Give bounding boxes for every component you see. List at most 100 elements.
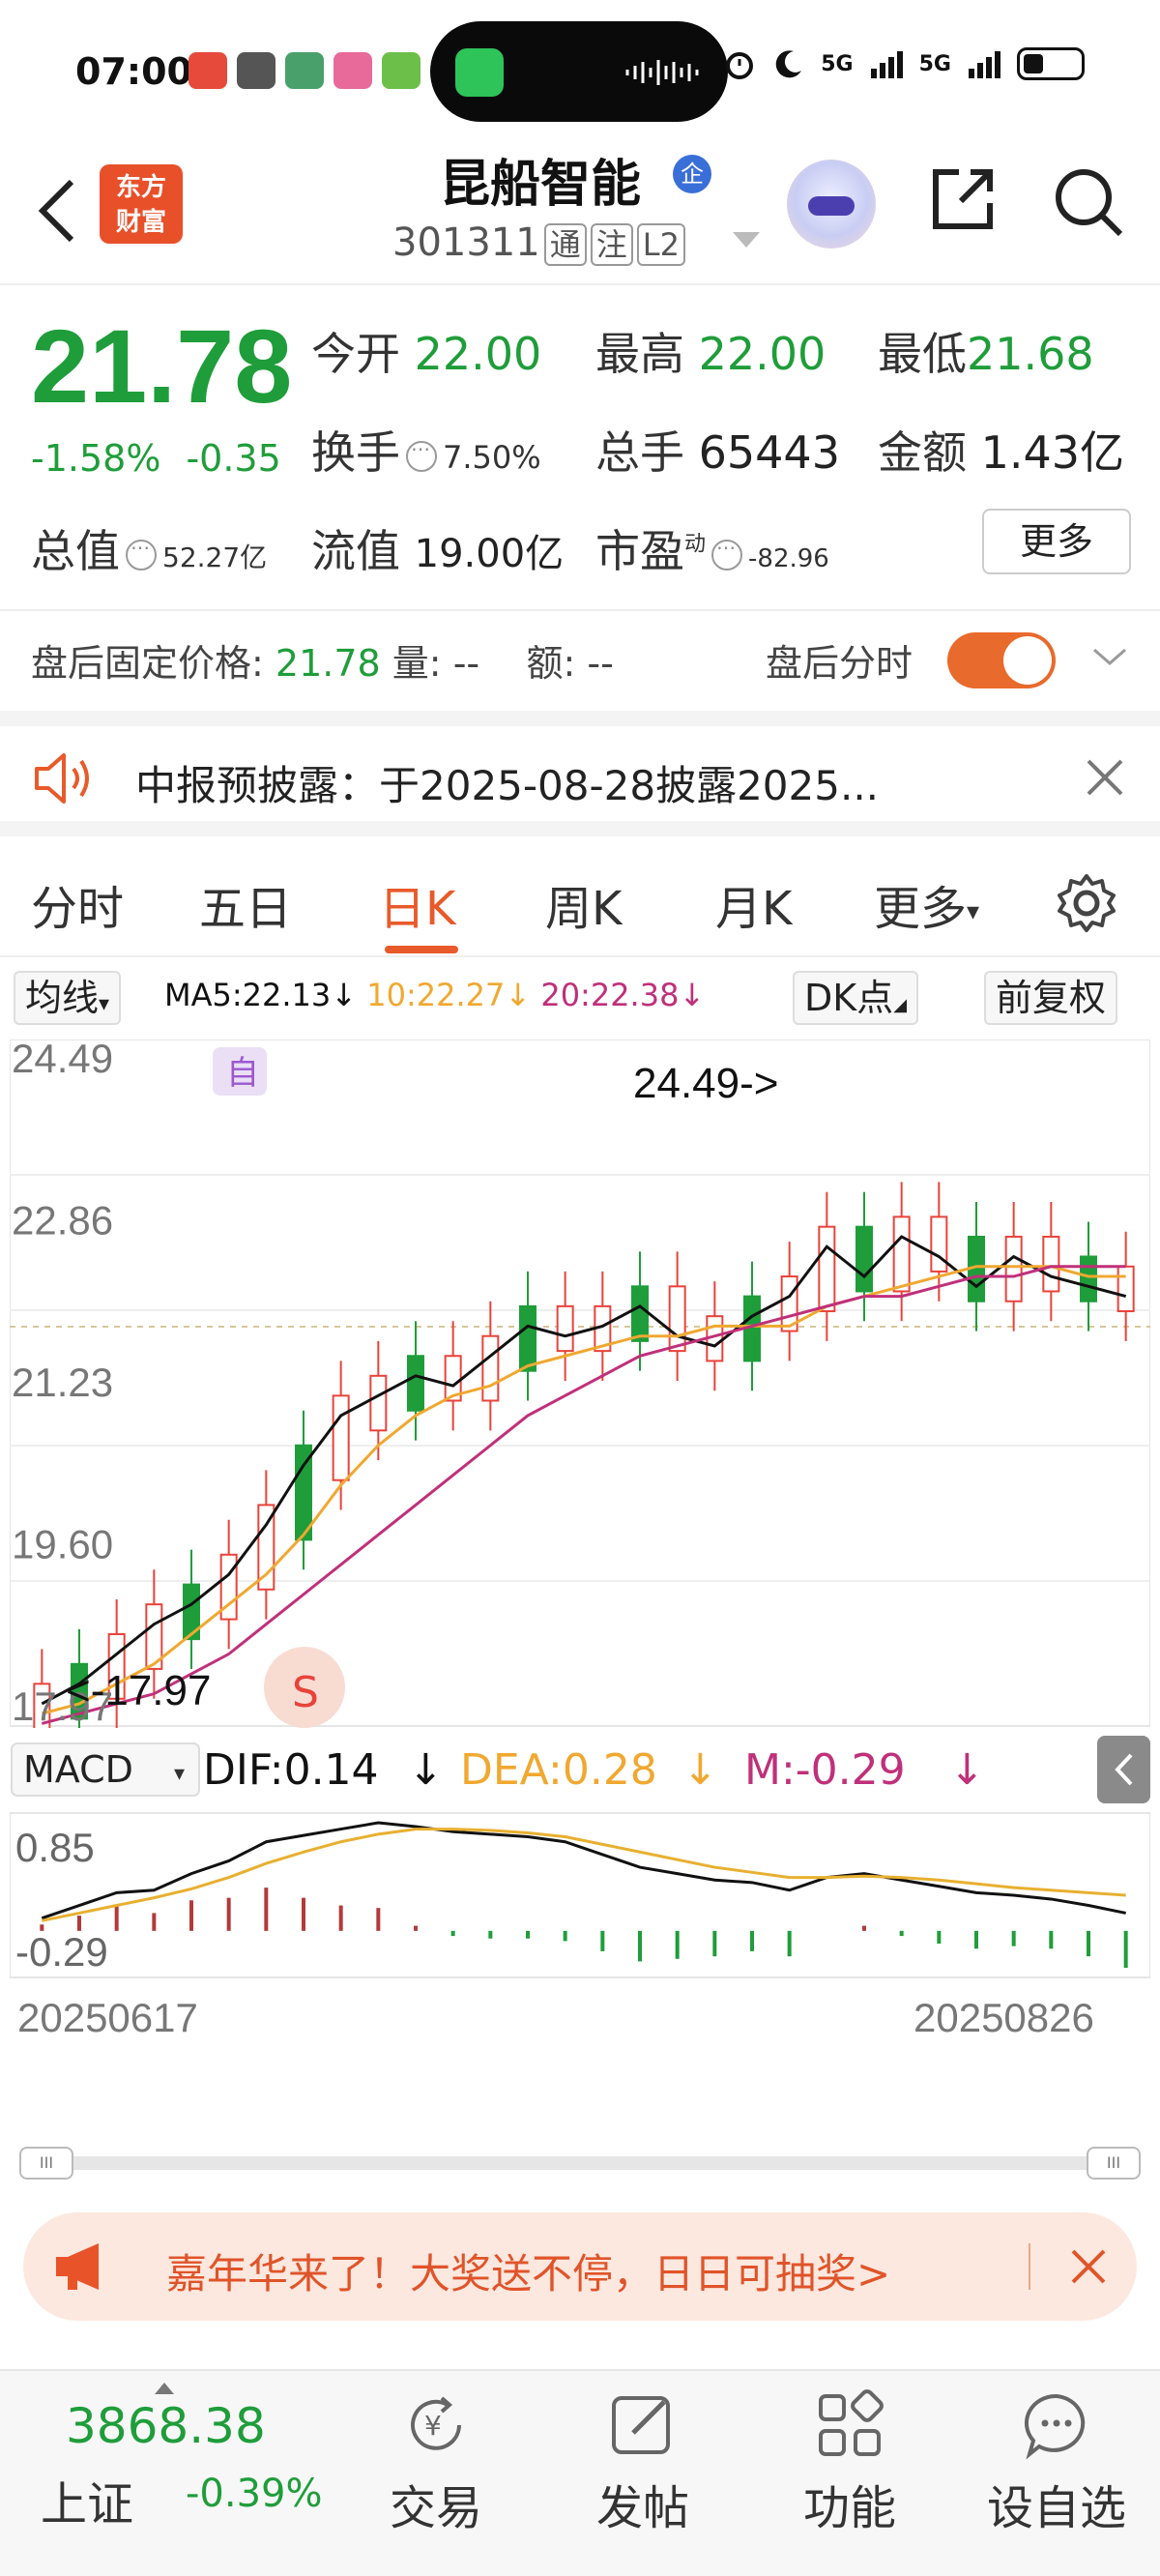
float-cap-label: 流值	[311, 525, 400, 577]
ma10-value: 10:22.27	[366, 977, 506, 1013]
price-axis-label: 19.60	[12, 1522, 113, 1567]
range-handle-right[interactable]: III	[1087, 2147, 1141, 2180]
tab-five-day[interactable]: 五日	[199, 870, 292, 938]
range-track	[19, 2156, 1141, 2170]
range-handle-left[interactable]: III	[19, 2147, 73, 2180]
candle-body	[369, 1374, 388, 1432]
market-cap-label: 总值	[31, 525, 120, 577]
volume-label: 总手	[595, 426, 684, 479]
status-bar: 07:00 5G 5G	[0, 0, 1160, 145]
tag-registration: 注	[590, 223, 633, 266]
after-hours-label: 盘后固定价格:	[31, 642, 264, 685]
arrow-down-icon: ↓	[949, 1745, 985, 1795]
notice-bar[interactable]: 中报预披露：于2025-08-28披露2025...	[0, 711, 1160, 836]
battery-icon	[1017, 47, 1085, 80]
info-icon[interactable]	[711, 536, 743, 571]
amount-label: 金额	[878, 426, 967, 479]
app-notification-icon	[237, 52, 276, 89]
low-annotation: <-17.97	[66, 1667, 211, 1714]
enterprise-badge: 企	[673, 155, 711, 193]
market-cap-value: 52.27亿	[162, 542, 268, 573]
dk-button[interactable]: DK点◢	[793, 971, 919, 1025]
index-name[interactable]: 上证	[41, 2466, 133, 2533]
pe-item: 市盈动 -82.96	[595, 516, 829, 580]
price-axis-label: 21.23	[12, 1360, 113, 1405]
app-notification-icon	[285, 52, 324, 89]
index-value[interactable]: 3868.38	[66, 2398, 266, 2454]
amount-value: 1.43亿	[980, 426, 1125, 479]
promo-banner[interactable]: 嘉年华来了！大奖送不停，日日可抽奖>	[23, 2212, 1137, 2321]
after-hours-price: 21.78	[275, 642, 381, 685]
close-icon[interactable]	[1067, 2245, 1110, 2288]
nav-trade-label: 交易	[389, 2481, 482, 2535]
assistant-robot-icon[interactable]	[787, 160, 876, 249]
chevron-down-icon[interactable]	[1090, 642, 1129, 671]
status-time: 07:00	[75, 50, 192, 93]
svg-text:¥: ¥	[424, 2410, 442, 2442]
tab-intraday[interactable]: 分时	[31, 870, 124, 938]
kline-chart[interactable]: 24.4922.8621.2319.6017.97 24.49-> <-17.9…	[10, 1039, 1150, 2055]
nav-post[interactable]: 发帖	[570, 2388, 715, 2537]
info-icon[interactable]	[406, 437, 437, 472]
ma-dropdown-label: 均线	[25, 977, 100, 1019]
gear-icon[interactable]	[1056, 872, 1117, 934]
eastmoney-logo: 东方 财富	[100, 164, 183, 244]
divider	[1029, 2243, 1030, 2290]
range-scroller[interactable]: III III	[19, 2147, 1141, 2180]
candle-body	[818, 1225, 836, 1313]
ma-dropdown[interactable]: 均线▾	[14, 971, 122, 1025]
tab-daily-k[interactable]: 日K	[379, 870, 455, 938]
back-arrow-icon[interactable]	[29, 172, 87, 249]
search-icon[interactable]	[1049, 162, 1126, 240]
float-cap-item: 流值 19.00亿	[311, 516, 564, 580]
moon-icon	[775, 50, 802, 78]
chat-bubble-icon	[1024, 2393, 1086, 2460]
tab-monthly-k[interactable]: 月K	[715, 870, 792, 938]
nav-post-label: 发帖	[595, 2481, 689, 2535]
arrow-down-icon: ↓	[505, 977, 532, 1013]
change-amount: -0.35	[186, 437, 281, 480]
collapse-tab[interactable]	[1097, 1736, 1150, 1803]
corner-icon: ◢	[893, 995, 908, 1015]
ma-values: MA5:22.13↓ 10:22.27↓ 20:22.38↓	[164, 977, 705, 1013]
app-notification-icon	[334, 52, 372, 89]
share-icon[interactable]	[926, 162, 1000, 236]
high-label: 最高	[595, 328, 684, 380]
candle-body	[930, 1215, 948, 1273]
ma-indicator-row: 均线▾ MA5:22.13↓ 10:22.27↓ 20:22.38↓ DK点◢ …	[0, 965, 1160, 1033]
candle-body	[892, 1215, 911, 1293]
active-tab-indicator	[385, 946, 458, 953]
close-icon[interactable]	[1081, 753, 1129, 802]
candle-body	[856, 1225, 873, 1293]
after-hours-toggle[interactable]	[947, 632, 1056, 688]
tab-weekly-k[interactable]: 周K	[545, 870, 622, 938]
self-marker: 自	[226, 1054, 259, 1093]
info-icon[interactable]	[126, 536, 157, 571]
nav-function[interactable]: 功能	[777, 2388, 922, 2537]
candle-body	[481, 1334, 500, 1402]
stock-name: 昆船智能	[440, 156, 642, 214]
caret-up-icon[interactable]	[155, 2383, 174, 2394]
arrow-down-icon: ↓	[408, 1745, 444, 1795]
expand-icon[interactable]: S	[264, 1647, 345, 1728]
amount-item: 金额 1.43亿	[878, 418, 1124, 482]
dynamic-island[interactable]	[430, 21, 728, 122]
tab-more[interactable]: 更多▾	[874, 870, 979, 938]
nav-trade[interactable]: ¥ 交易	[363, 2388, 508, 2537]
low-item: 最低21.68	[878, 319, 1094, 383]
chevron-down-icon[interactable]	[733, 232, 760, 248]
change-percent: -1.58%	[31, 437, 161, 480]
audio-wave-icon	[625, 60, 699, 85]
more-button[interactable]: 更多	[982, 509, 1131, 574]
after-hours-info: 盘后固定价格: 21.78 量: -- 额: --	[31, 633, 614, 687]
stock-code-row[interactable]: 301311 通注 L2	[392, 220, 685, 266]
ma20-value: 20:22.38	[540, 977, 680, 1013]
market-cap-item: 总值 52.27亿	[31, 516, 267, 580]
wechat-icon[interactable]	[455, 48, 504, 97]
adjust-button[interactable]: 前复权	[984, 971, 1118, 1025]
macd-dropdown-label: MACD	[23, 1748, 133, 1791]
caret-down-icon: ▾	[967, 897, 980, 926]
after-hours-toggle-label: 盘后分时	[766, 642, 914, 685]
nav-watchlist[interactable]: 设自选	[984, 2388, 1129, 2537]
app-notification-icon	[382, 52, 420, 89]
